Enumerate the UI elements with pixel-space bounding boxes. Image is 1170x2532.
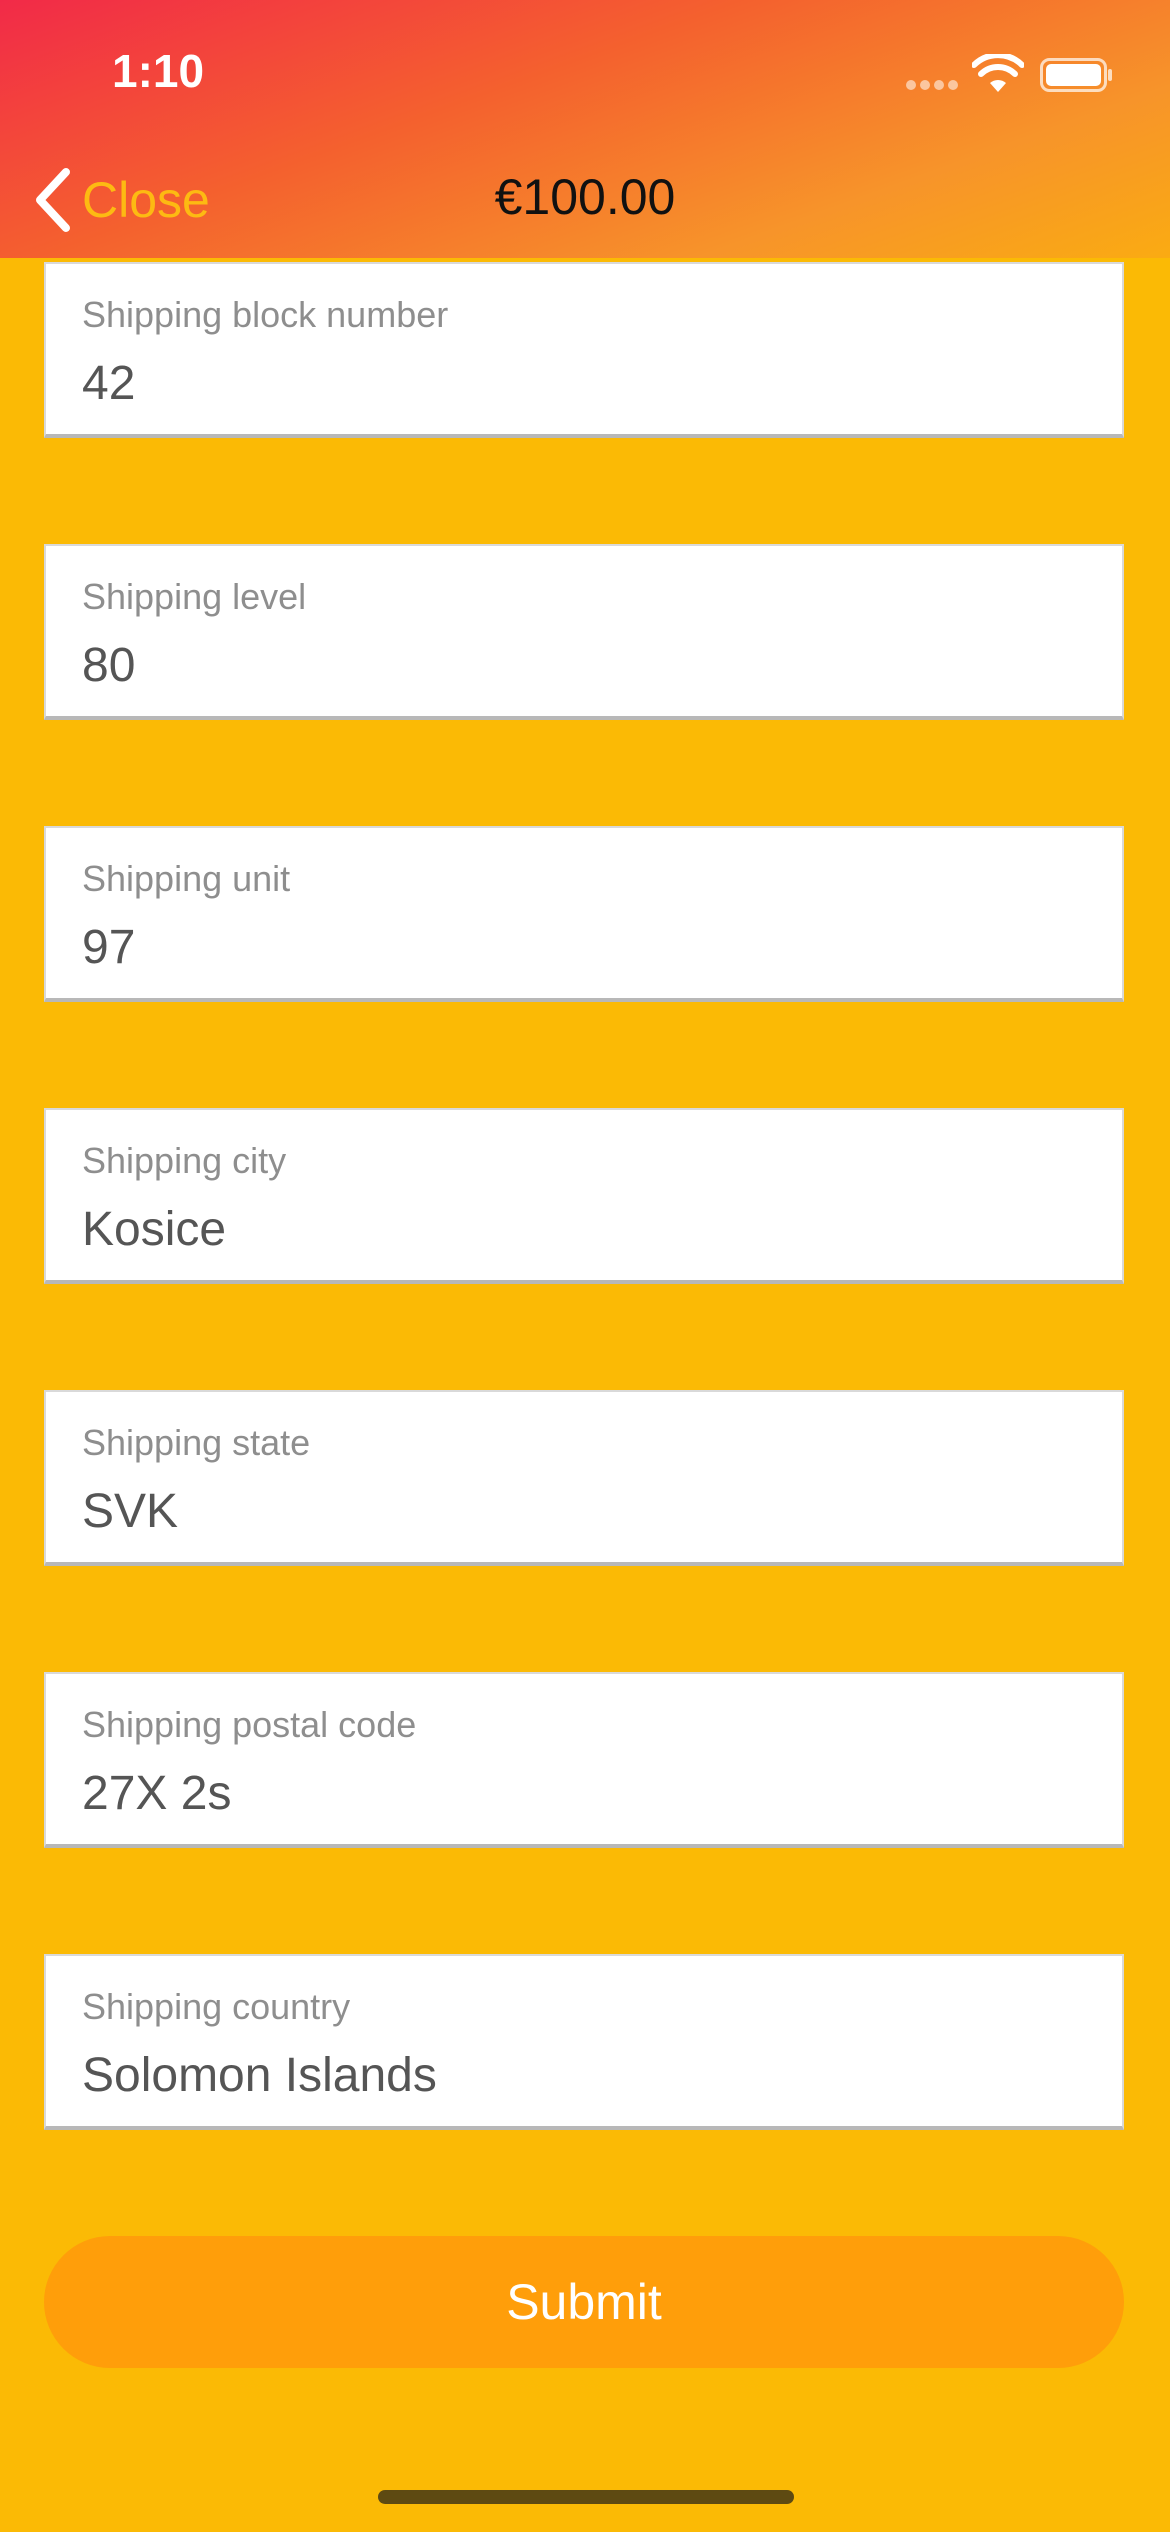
status-time: 1:10 — [112, 45, 205, 97]
field-value[interactable]: 97 — [82, 920, 135, 975]
shipping-level-field[interactable]: Shipping level 80 — [44, 544, 1124, 720]
field-value[interactable]: Solomon Islands — [82, 2048, 437, 2103]
field-value[interactable]: 27X 2s — [82, 1766, 231, 1821]
wifi-icon — [972, 54, 1024, 92]
field-label: Shipping country — [82, 1986, 351, 2027]
field-label: Shipping level — [82, 576, 307, 617]
field-label: Shipping postal code — [82, 1704, 417, 1745]
field-label: Shipping unit — [82, 858, 291, 899]
submit-button[interactable]: Submit — [44, 2236, 1124, 2368]
shipping-block-number-field[interactable]: Shipping block number 42 — [44, 262, 1124, 438]
field-value[interactable]: 42 — [82, 356, 135, 411]
header-bar: 1:10 Close €100.00 — [0, 0, 1170, 258]
shipping-unit-field[interactable]: Shipping unit 97 — [44, 826, 1124, 1002]
submit-label: Submit — [506, 2274, 662, 2330]
field-value[interactable]: Kosice — [82, 1202, 226, 1257]
field-label: Shipping state — [82, 1422, 311, 1463]
signal-icon — [906, 80, 958, 90]
battery-icon — [1040, 58, 1112, 92]
shipping-postal-code-field[interactable]: Shipping postal code 27X 2s — [44, 1672, 1124, 1848]
field-value[interactable]: 80 — [82, 638, 135, 693]
field-label: Shipping city — [82, 1140, 287, 1181]
page-title: €100.00 — [494, 169, 676, 225]
home-indicator[interactable] — [378, 2490, 794, 2504]
field-label: Shipping block number — [82, 294, 449, 335]
shipping-country-field[interactable]: Shipping country Solomon Islands — [44, 1954, 1124, 2130]
field-value[interactable]: SVK — [82, 1484, 178, 1539]
shipping-city-field[interactable]: Shipping city Kosice — [44, 1108, 1124, 1284]
shipping-state-field[interactable]: Shipping state SVK — [44, 1390, 1124, 1566]
